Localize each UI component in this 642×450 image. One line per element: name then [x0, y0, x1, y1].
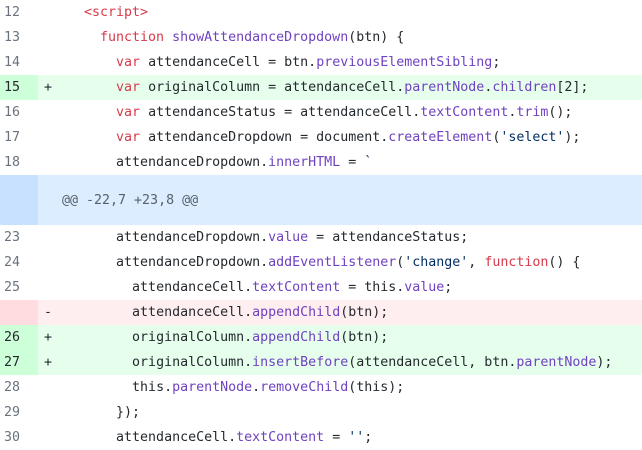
code-text: originalColumn.appendChild(btn); [132, 330, 389, 345]
context-line: 28 this.parentNode.removeChild(this); [0, 375, 642, 400]
added-line: 26 + originalColumn.appendChild(btn); [0, 325, 642, 350]
code-text: this.parentNode.removeChild(this); [132, 380, 405, 395]
code-text: attendanceCell.textContent = this.value; [132, 280, 453, 295]
line-number[interactable]: 13 [0, 25, 38, 50]
code-text: var attendanceDropdown = document.create… [116, 130, 581, 145]
context-line: 13 function showAttendanceDropdown(btn) … [0, 25, 642, 50]
code-text: }); [116, 405, 141, 420]
code-text: originalColumn.insertBefore(attendanceCe… [132, 355, 613, 370]
line-number[interactable] [0, 175, 38, 225]
context-line: 23 attendanceDropdown.value = attendance… [0, 225, 642, 250]
diff-view: 12 <script> 13 function showAttendanceDrop… [0, 0, 642, 450]
diff-marker [38, 50, 62, 75]
line-number[interactable]: 27 [0, 350, 38, 375]
hunk-header-row[interactable]: @@ -22,7 +23,8 @@ [0, 175, 642, 225]
diff-marker: + [44, 355, 53, 370]
context-line: 17 var attendanceDropdown = document.cre… [0, 125, 642, 150]
diff-marker [38, 0, 62, 25]
line-number[interactable]: 14 [0, 50, 38, 75]
code-text: attendanceDropdown.addEventListener('cha… [116, 255, 581, 270]
line-number[interactable]: 28 [0, 375, 38, 400]
line-number[interactable]: 15 [0, 75, 38, 100]
line-number[interactable]: 17 [0, 125, 38, 150]
context-line: 29 }); [0, 400, 642, 425]
diff-marker [38, 250, 62, 275]
line-number[interactable]: 16 [0, 100, 38, 125]
context-line: 30 attendanceCell.textContent = ''; [0, 425, 642, 450]
code-text: <script> [84, 5, 149, 20]
line-number[interactable]: 24 [0, 250, 38, 275]
line-number[interactable]: 26 [0, 325, 38, 350]
code-text: var originalColumn = attendanceCell.pare… [116, 80, 589, 95]
line-number[interactable]: 29 [0, 400, 38, 425]
diff-marker [38, 275, 62, 300]
diff-marker [38, 225, 62, 250]
line-number[interactable]: 12 [0, 0, 38, 25]
code-text: attendanceCell.textContent = ''; [116, 430, 373, 445]
diff-marker [38, 100, 62, 125]
added-line: 15 + var originalColumn = attendanceCell.… [0, 75, 642, 100]
removed-line: - attendanceCell.appendChild(btn); [0, 300, 642, 325]
diff-marker [38, 150, 62, 175]
context-line: 16 var attendanceStatus = attendanceCell… [0, 100, 642, 125]
line-number[interactable]: 30 [0, 425, 38, 450]
added-line: 27 + originalColumn.insertBefore(attendan… [0, 350, 642, 375]
diff-marker [38, 400, 62, 425]
code-text: attendanceDropdown.value = attendanceSta… [116, 230, 469, 245]
diff-marker: - [44, 305, 53, 320]
code-text: var attendanceCell = btn.previousElement… [116, 55, 501, 70]
context-line: 18 attendanceDropdown.innerHTML = ` [0, 150, 642, 175]
diff-marker [38, 375, 62, 400]
context-line: 25 attendanceCell.textContent = this.val… [0, 275, 642, 300]
context-line: 12 <script> [0, 0, 642, 25]
line-number[interactable]: 18 [0, 150, 38, 175]
line-number[interactable]: 23 [0, 225, 38, 250]
context-line: 14 var attendanceCell = btn.previousElem… [0, 50, 642, 75]
context-line: 24 attendanceDropdown.addEventListener('… [0, 250, 642, 275]
code-text: attendanceCell.appendChild(btn); [132, 305, 389, 320]
line-number[interactable]: 25 [0, 275, 38, 300]
line-number[interactable] [0, 300, 38, 325]
diff-marker [38, 425, 62, 450]
code-text: function showAttendanceDropdown(btn) { [100, 30, 405, 45]
diff-marker [38, 25, 62, 50]
diff-marker: + [44, 330, 53, 345]
diff-marker [38, 125, 62, 150]
code-text: attendanceDropdown.innerHTML = ` [116, 155, 373, 170]
hunk-header-text: @@ -22,7 +23,8 @@ [62, 192, 199, 208]
diff-marker: + [44, 80, 53, 95]
code-text: var attendanceStatus = attendanceCell.te… [116, 105, 573, 120]
